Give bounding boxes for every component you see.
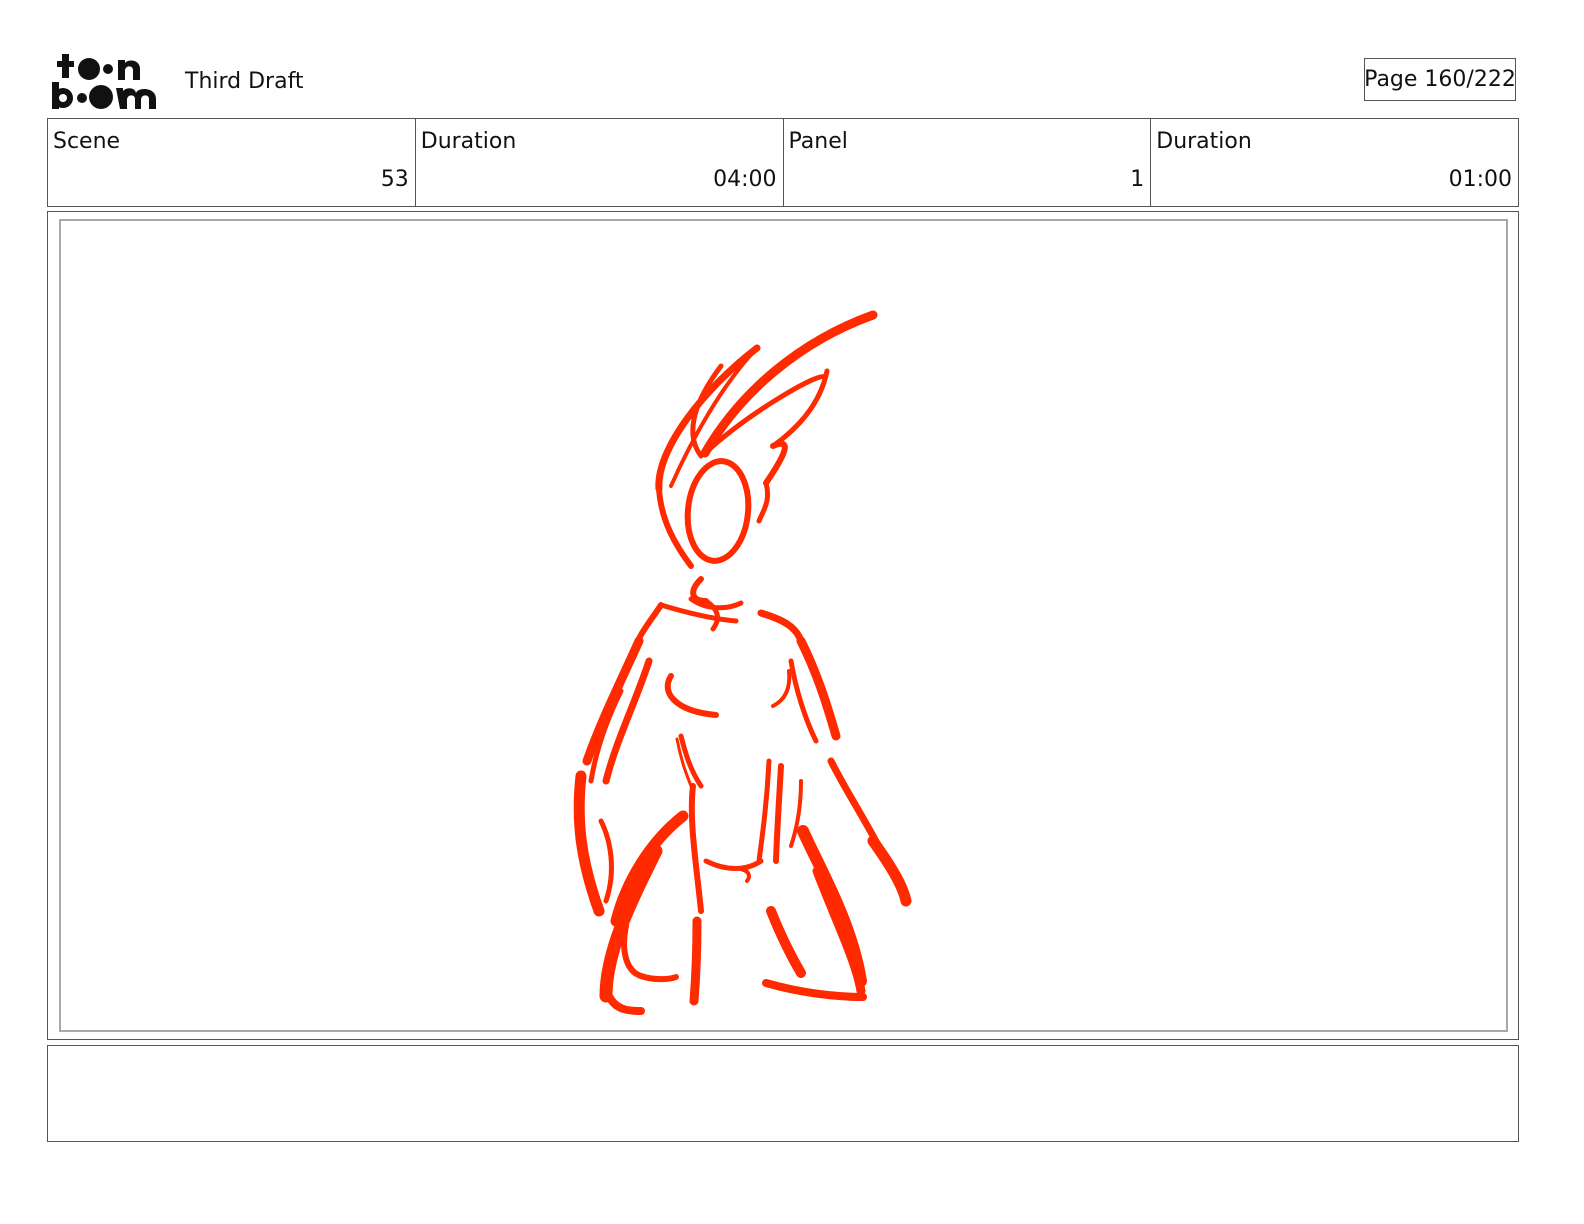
panel-label: Panel [788, 129, 848, 154]
toon-boom-logo [52, 52, 164, 110]
storyboard-panel-frame [47, 211, 1519, 1040]
storyboard-panel-image [59, 219, 1508, 1032]
panel-value: 1 [1130, 167, 1145, 192]
project-title: Third Draft [185, 69, 304, 94]
panel-notes-box [47, 1045, 1519, 1142]
scene-duration-label: Duration [420, 129, 517, 154]
page-indicator: Page 160/222 [1364, 58, 1516, 101]
panel-duration-cell: Duration 01:00 [1151, 119, 1518, 206]
scene-duration-cell: Duration 04:00 [416, 119, 784, 206]
scene-label: Scene [53, 129, 121, 154]
panel-duration-value: 01:00 [1448, 167, 1512, 192]
panel-duration-label: Duration [1156, 129, 1252, 154]
scene-info-table: Scene 53 Duration 04:00 Panel 1 Duration… [47, 118, 1519, 207]
panel-cell: Panel 1 [784, 119, 1152, 206]
scene-duration-value: 04:00 [713, 167, 777, 192]
scene-value: 53 [380, 167, 409, 192]
figure-sketch [573, 310, 912, 1015]
scene-cell: Scene 53 [48, 119, 416, 206]
logo-mark [52, 54, 156, 109]
